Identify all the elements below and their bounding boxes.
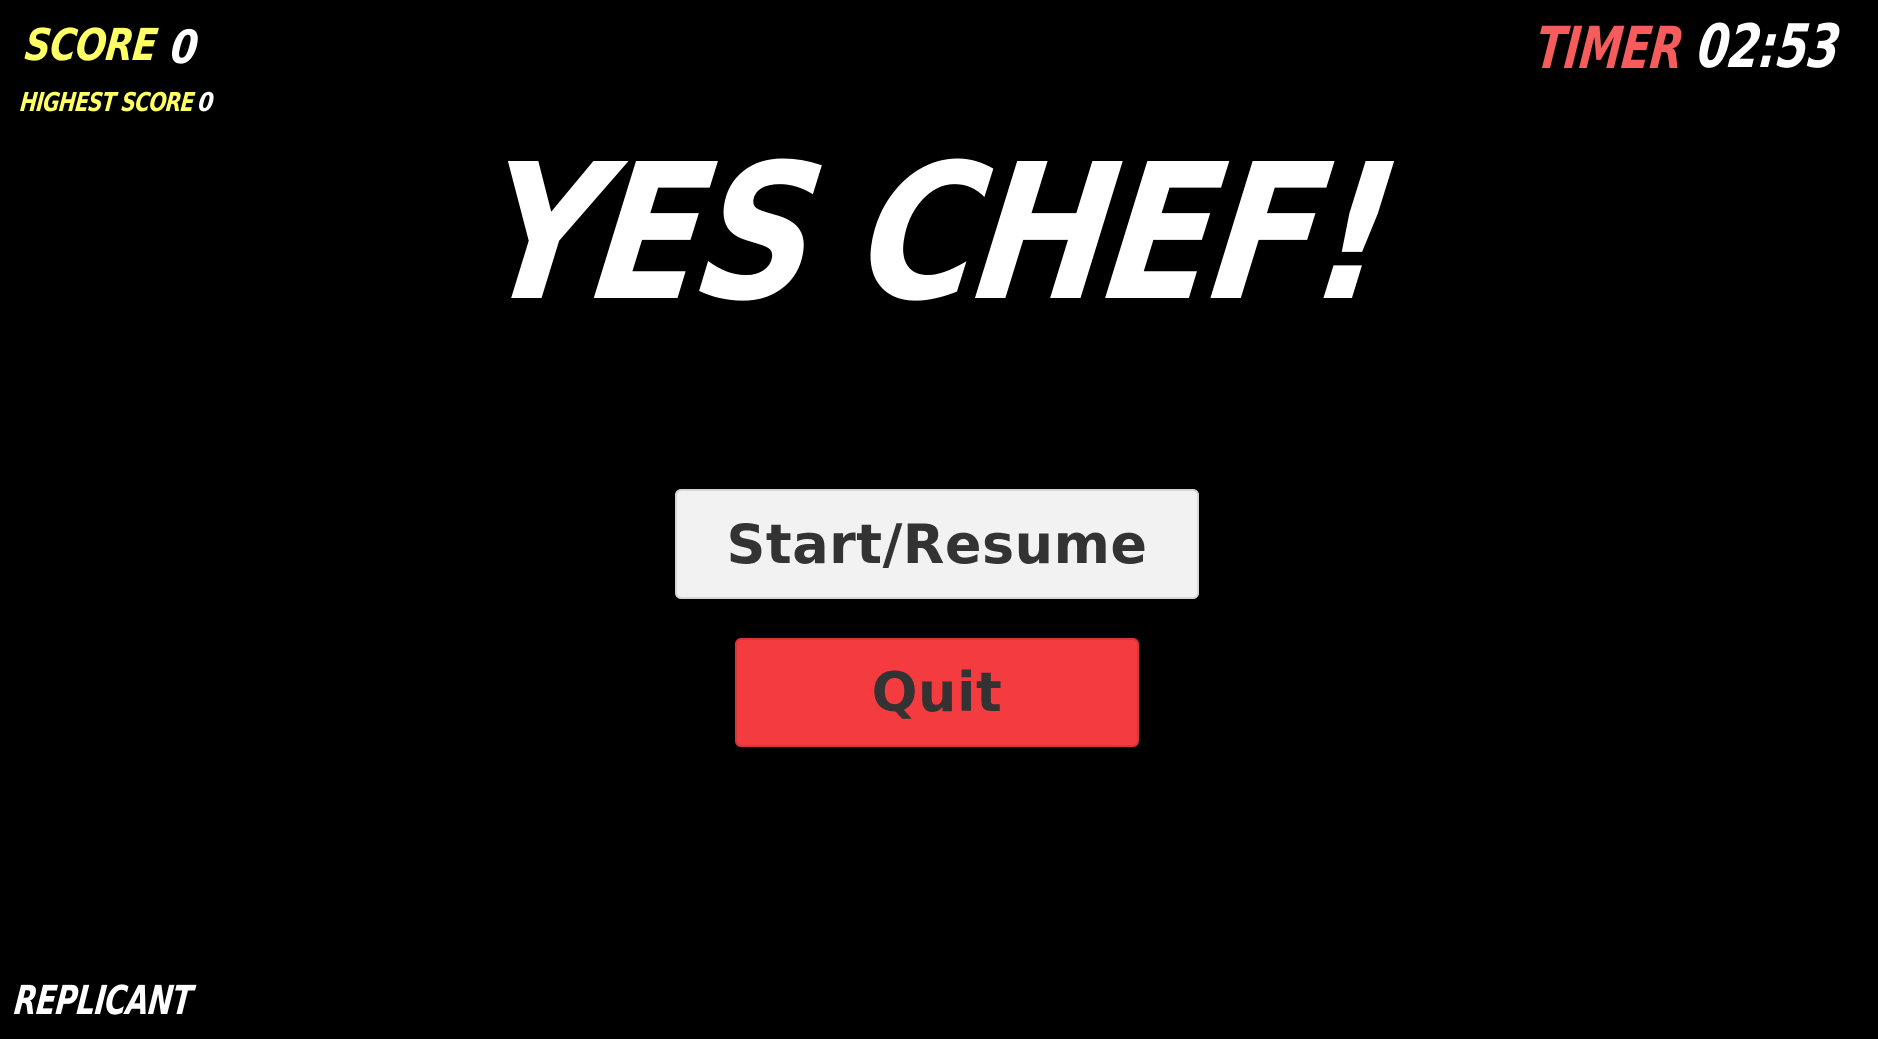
score-label: SCORE (22, 20, 160, 71)
start-resume-button[interactable]: Start/Resume (675, 489, 1199, 599)
quit-button-label: Quit (871, 661, 1003, 724)
highest-score-value: 0 (196, 88, 215, 118)
replicant-label: REPLICANT (12, 978, 195, 1024)
game-title: YES CHEF! (0, 124, 1878, 343)
timer-label: TIMER (1532, 14, 1687, 82)
game-title-text: YES CHEF! (472, 124, 1406, 343)
quit-button[interactable]: Quit (735, 638, 1139, 747)
timer-value: 02:53 (1694, 12, 1844, 82)
start-resume-button-label: Start/Resume (726, 512, 1148, 576)
score-value: 0 (168, 20, 201, 74)
highest-score-label: HIGHEST SCORE (18, 88, 196, 118)
